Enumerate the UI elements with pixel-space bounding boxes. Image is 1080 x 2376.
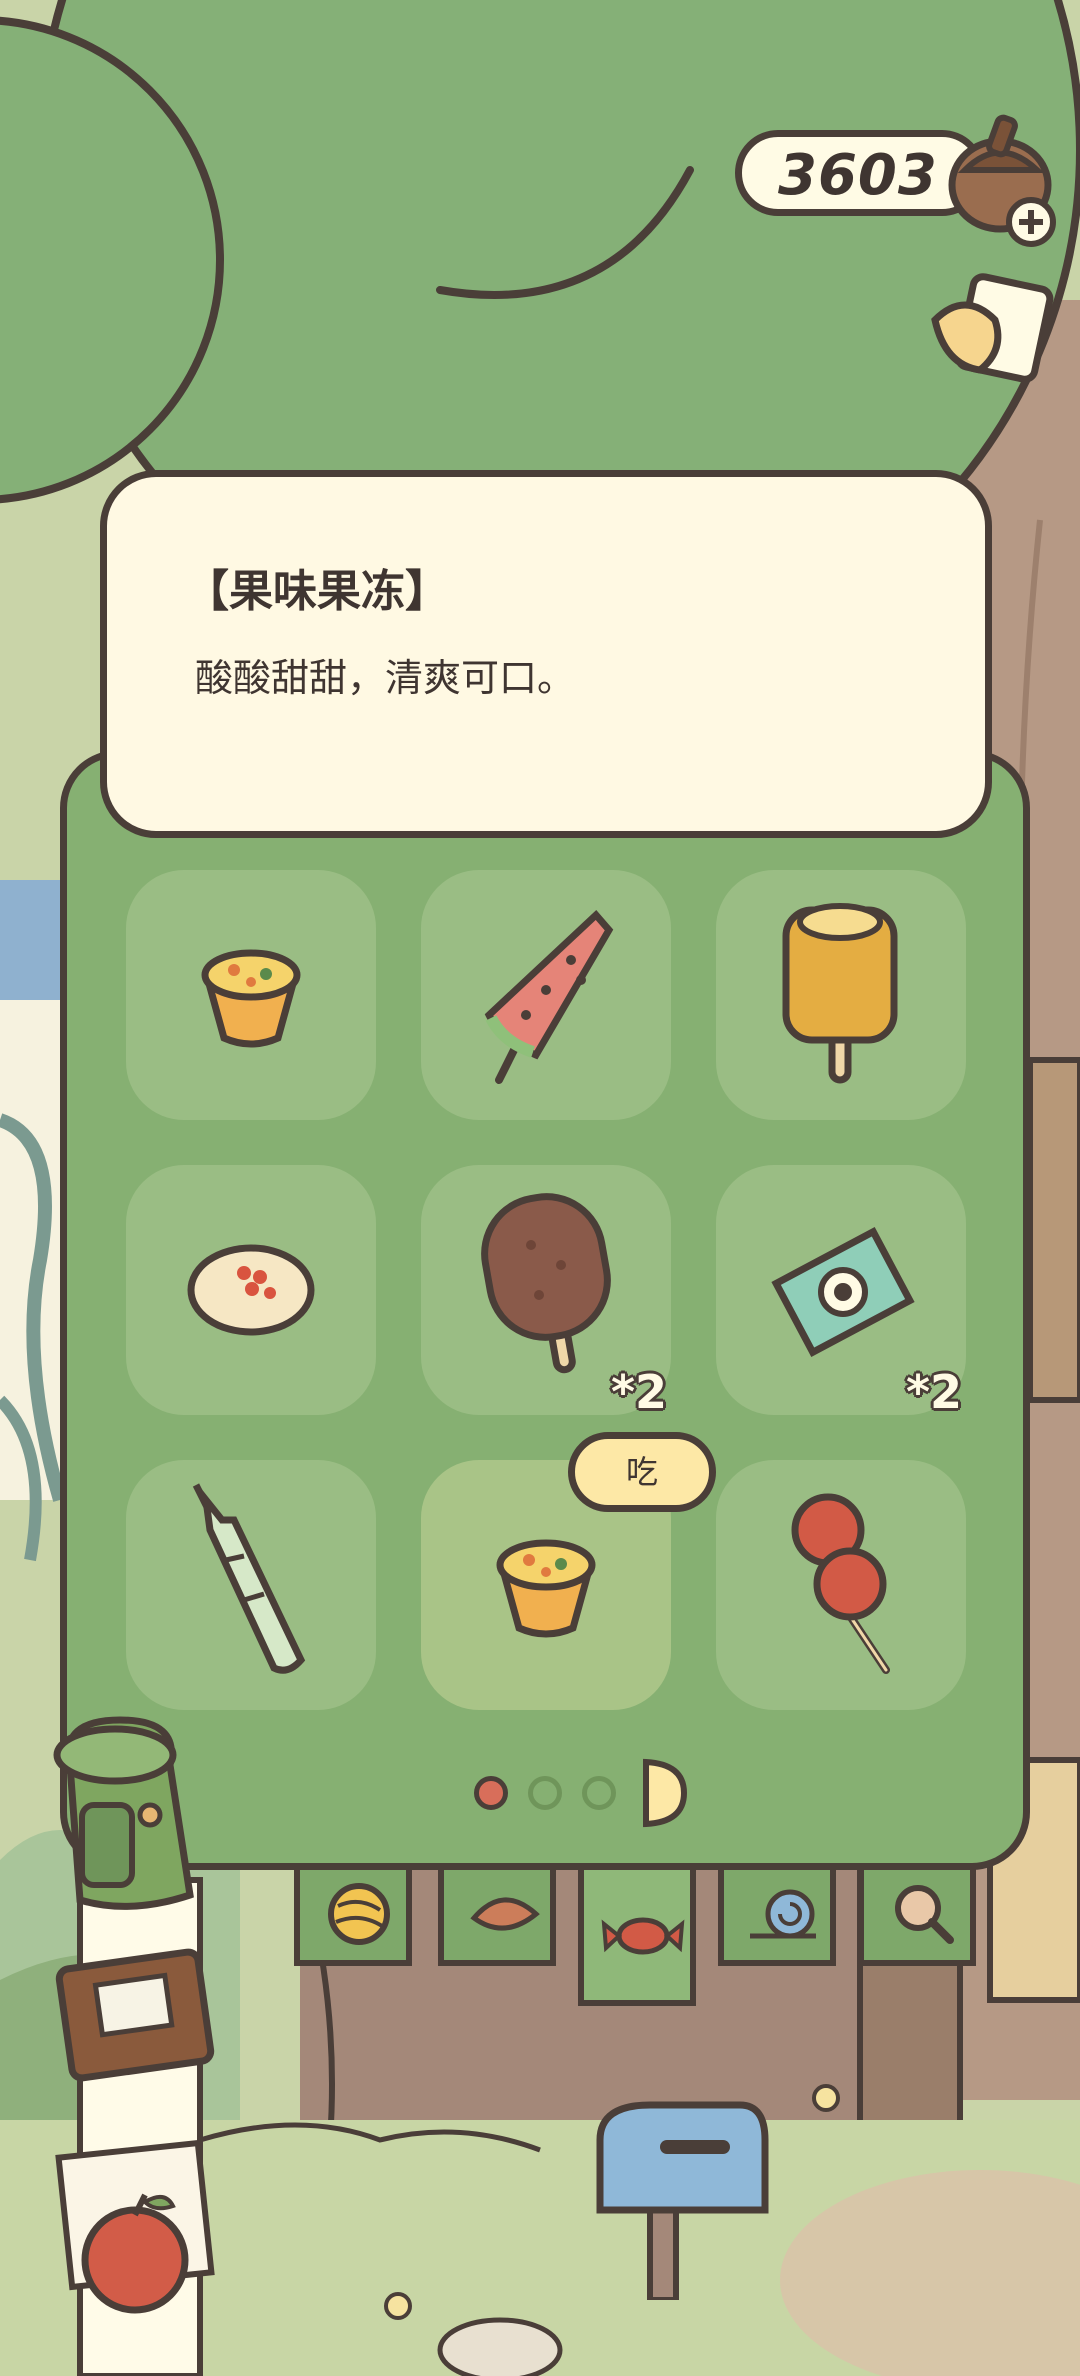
snail-icon	[750, 1889, 816, 1939]
backpack-icon[interactable]	[40, 1715, 220, 1925]
inventory-slot-1[interactable]	[126, 870, 376, 1120]
card-album-icon[interactable]	[925, 270, 1055, 390]
currency-amount: 3603	[778, 143, 938, 208]
inventory-slot-2[interactable]	[421, 870, 671, 1120]
candied-hawthorn-icon	[791, 1493, 890, 1674]
item-description: 酸酸甜甜，清爽可口。	[195, 656, 576, 700]
tab-leaf[interactable]	[438, 1866, 556, 1966]
inventory-slot-4[interactable]	[126, 1165, 376, 1415]
eat-button[interactable]: 吃	[568, 1432, 716, 1512]
acorn-icon[interactable]	[945, 110, 1065, 250]
leaf-icon	[470, 1897, 540, 1931]
notebook-icon[interactable]	[55, 1940, 215, 2090]
inventory-slot-6[interactable]: *2	[716, 1165, 966, 1419]
dango-skewer-icon	[192, 1483, 306, 1674]
page-dot-1-active[interactable]	[474, 1776, 508, 1810]
tab-candy[interactable]	[578, 1866, 696, 2006]
inventory-slot-9[interactable]	[716, 1460, 966, 1710]
inventory-slot-3[interactable]	[716, 870, 966, 1120]
item-detail-card: 【果味果冻】 酸酸甜甜，清爽可口。	[100, 470, 992, 838]
tab-search[interactable]	[858, 1866, 976, 1966]
tab-yarn[interactable]	[294, 1866, 412, 1966]
candy-icon	[601, 1917, 685, 1955]
item-count: *2	[906, 1365, 963, 1419]
next-page-icon[interactable]	[640, 1756, 690, 1830]
item-count: *2	[611, 1365, 668, 1419]
page-dot-2[interactable]	[528, 1776, 562, 1810]
inventory-slot-5[interactable]: *2	[421, 1165, 671, 1419]
tab-snail[interactable]	[718, 1866, 836, 1966]
orange-popsicle-icon	[782, 903, 898, 1084]
mailbox-icon[interactable]	[590, 2100, 780, 2300]
page-dot-3[interactable]	[582, 1776, 616, 1810]
watermelon-popsicle-icon	[484, 909, 614, 1084]
yarn-ball-icon	[328, 1883, 390, 1945]
apple-icon[interactable]	[55, 2140, 235, 2320]
bun-icon	[187, 1244, 315, 1336]
magnifier-icon	[895, 1885, 954, 1944]
item-name: 【果味果冻】	[185, 566, 449, 617]
fruit-jelly-icon	[201, 949, 301, 1048]
inventory-slot-7[interactable]	[126, 1460, 376, 1710]
